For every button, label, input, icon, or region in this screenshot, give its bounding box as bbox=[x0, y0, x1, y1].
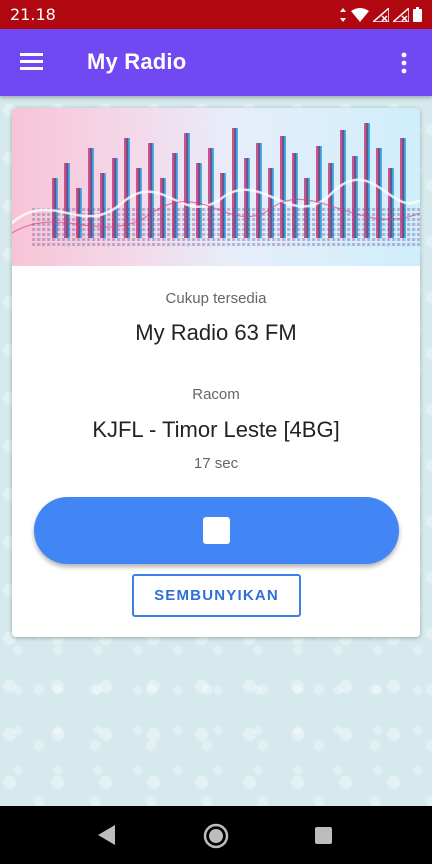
player-card: Cukup tersedia My Radio 63 FM Racom KJFL… bbox=[12, 108, 420, 637]
signal-icon bbox=[373, 7, 389, 22]
status-label: Cukup tersedia bbox=[165, 290, 267, 307]
stop-icon bbox=[203, 517, 230, 544]
wifi-icon bbox=[351, 7, 369, 22]
app-title: My Radio bbox=[87, 49, 187, 74]
artist-label: Racom bbox=[192, 386, 240, 403]
signal-icon-2 bbox=[393, 7, 409, 22]
navigation-bar bbox=[0, 806, 432, 864]
hamburger-menu-icon bbox=[20, 53, 43, 70]
status-bar: 21.18 bbox=[0, 0, 432, 29]
triangle-back-icon[interactable] bbox=[97, 824, 117, 846]
circle-home-icon[interactable] bbox=[203, 823, 229, 849]
data-arrows-icon bbox=[340, 7, 346, 22]
audio-equalizer-banner bbox=[12, 108, 420, 266]
menu-button[interactable] bbox=[20, 51, 48, 75]
square-recents-icon[interactable] bbox=[315, 827, 332, 844]
hide-button[interactable]: SEMBUNYIKAN bbox=[132, 574, 301, 617]
status-time: 21.18 bbox=[10, 5, 56, 24]
battery-icon bbox=[413, 7, 422, 22]
status-icons bbox=[339, 7, 422, 22]
app-bar: My Radio bbox=[0, 29, 432, 96]
more-vert-icon bbox=[401, 52, 407, 74]
stop-button[interactable] bbox=[34, 497, 399, 564]
station-name: My Radio 63 FM bbox=[135, 320, 297, 345]
track-title: KJFL - Timor Leste [4BG] bbox=[92, 417, 340, 442]
overflow-menu-button[interactable] bbox=[392, 49, 416, 77]
elapsed-time: 17 sec bbox=[193, 455, 239, 472]
